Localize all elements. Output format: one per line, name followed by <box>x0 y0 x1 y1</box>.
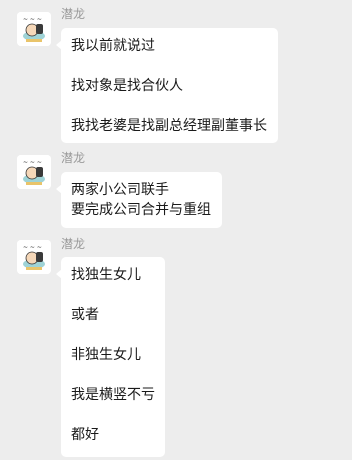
message-line: 非独生女儿 <box>71 347 141 363</box>
message-line: 要完成公司合并与重组 <box>71 202 211 218</box>
message-line <box>71 365 155 385</box>
message-line: 或者 <box>71 307 99 323</box>
message-bubble[interactable]: 两家小公司联手 要完成公司合并与重组 <box>56 172 222 228</box>
svg-text:~ ~ ~: ~ ~ ~ <box>23 159 42 166</box>
svg-text:~ ~ ~: ~ ~ ~ <box>23 244 42 251</box>
message-bubble[interactable]: 我以前就说过 找对象是找合伙人 我找老婆是找副总经理副董事长 <box>56 28 278 143</box>
cartoon-character-avatar-icon: ~ ~ ~ <box>17 240 51 274</box>
sender-name: 潜龙 <box>61 7 86 21</box>
message-line <box>71 405 155 425</box>
message-line: 找独生女儿 <box>71 267 141 283</box>
message-line: 找对象是找合伙人 <box>71 78 183 94</box>
message-line: 两家小公司联手 <box>71 182 169 198</box>
message-line <box>71 325 155 345</box>
message-line: 我找老婆是找副总经理副董事长 <box>71 118 267 134</box>
sender-name: 潜龙 <box>61 237 86 251</box>
message-line: 我以前就说过 <box>71 38 155 54</box>
message-line <box>71 56 268 76</box>
message-line: 我是横竖不亏 <box>71 387 155 403</box>
message-line <box>71 285 155 305</box>
sender-name: 潜龙 <box>61 151 86 165</box>
sender-avatar[interactable]: ~ ~ ~ <box>17 240 51 274</box>
chat-history[interactable]: ~ ~ ~ 潜龙 我以前就说过 找对象是找合伙人 我找老婆是找副总经理副董事长 … <box>0 0 352 460</box>
cartoon-character-avatar-icon: ~ ~ ~ <box>17 12 51 46</box>
svg-text:~ ~ ~: ~ ~ ~ <box>23 16 42 23</box>
message-line: 都好 <box>71 427 99 443</box>
sender-avatar[interactable]: ~ ~ ~ <box>17 12 51 46</box>
message-line <box>71 96 268 116</box>
cartoon-character-avatar-icon: ~ ~ ~ <box>17 155 51 189</box>
message-bubble[interactable]: 找独生女儿 或者 非独生女儿 我是横竖不亏 都好 <box>56 257 165 457</box>
sender-avatar[interactable]: ~ ~ ~ <box>17 155 51 189</box>
